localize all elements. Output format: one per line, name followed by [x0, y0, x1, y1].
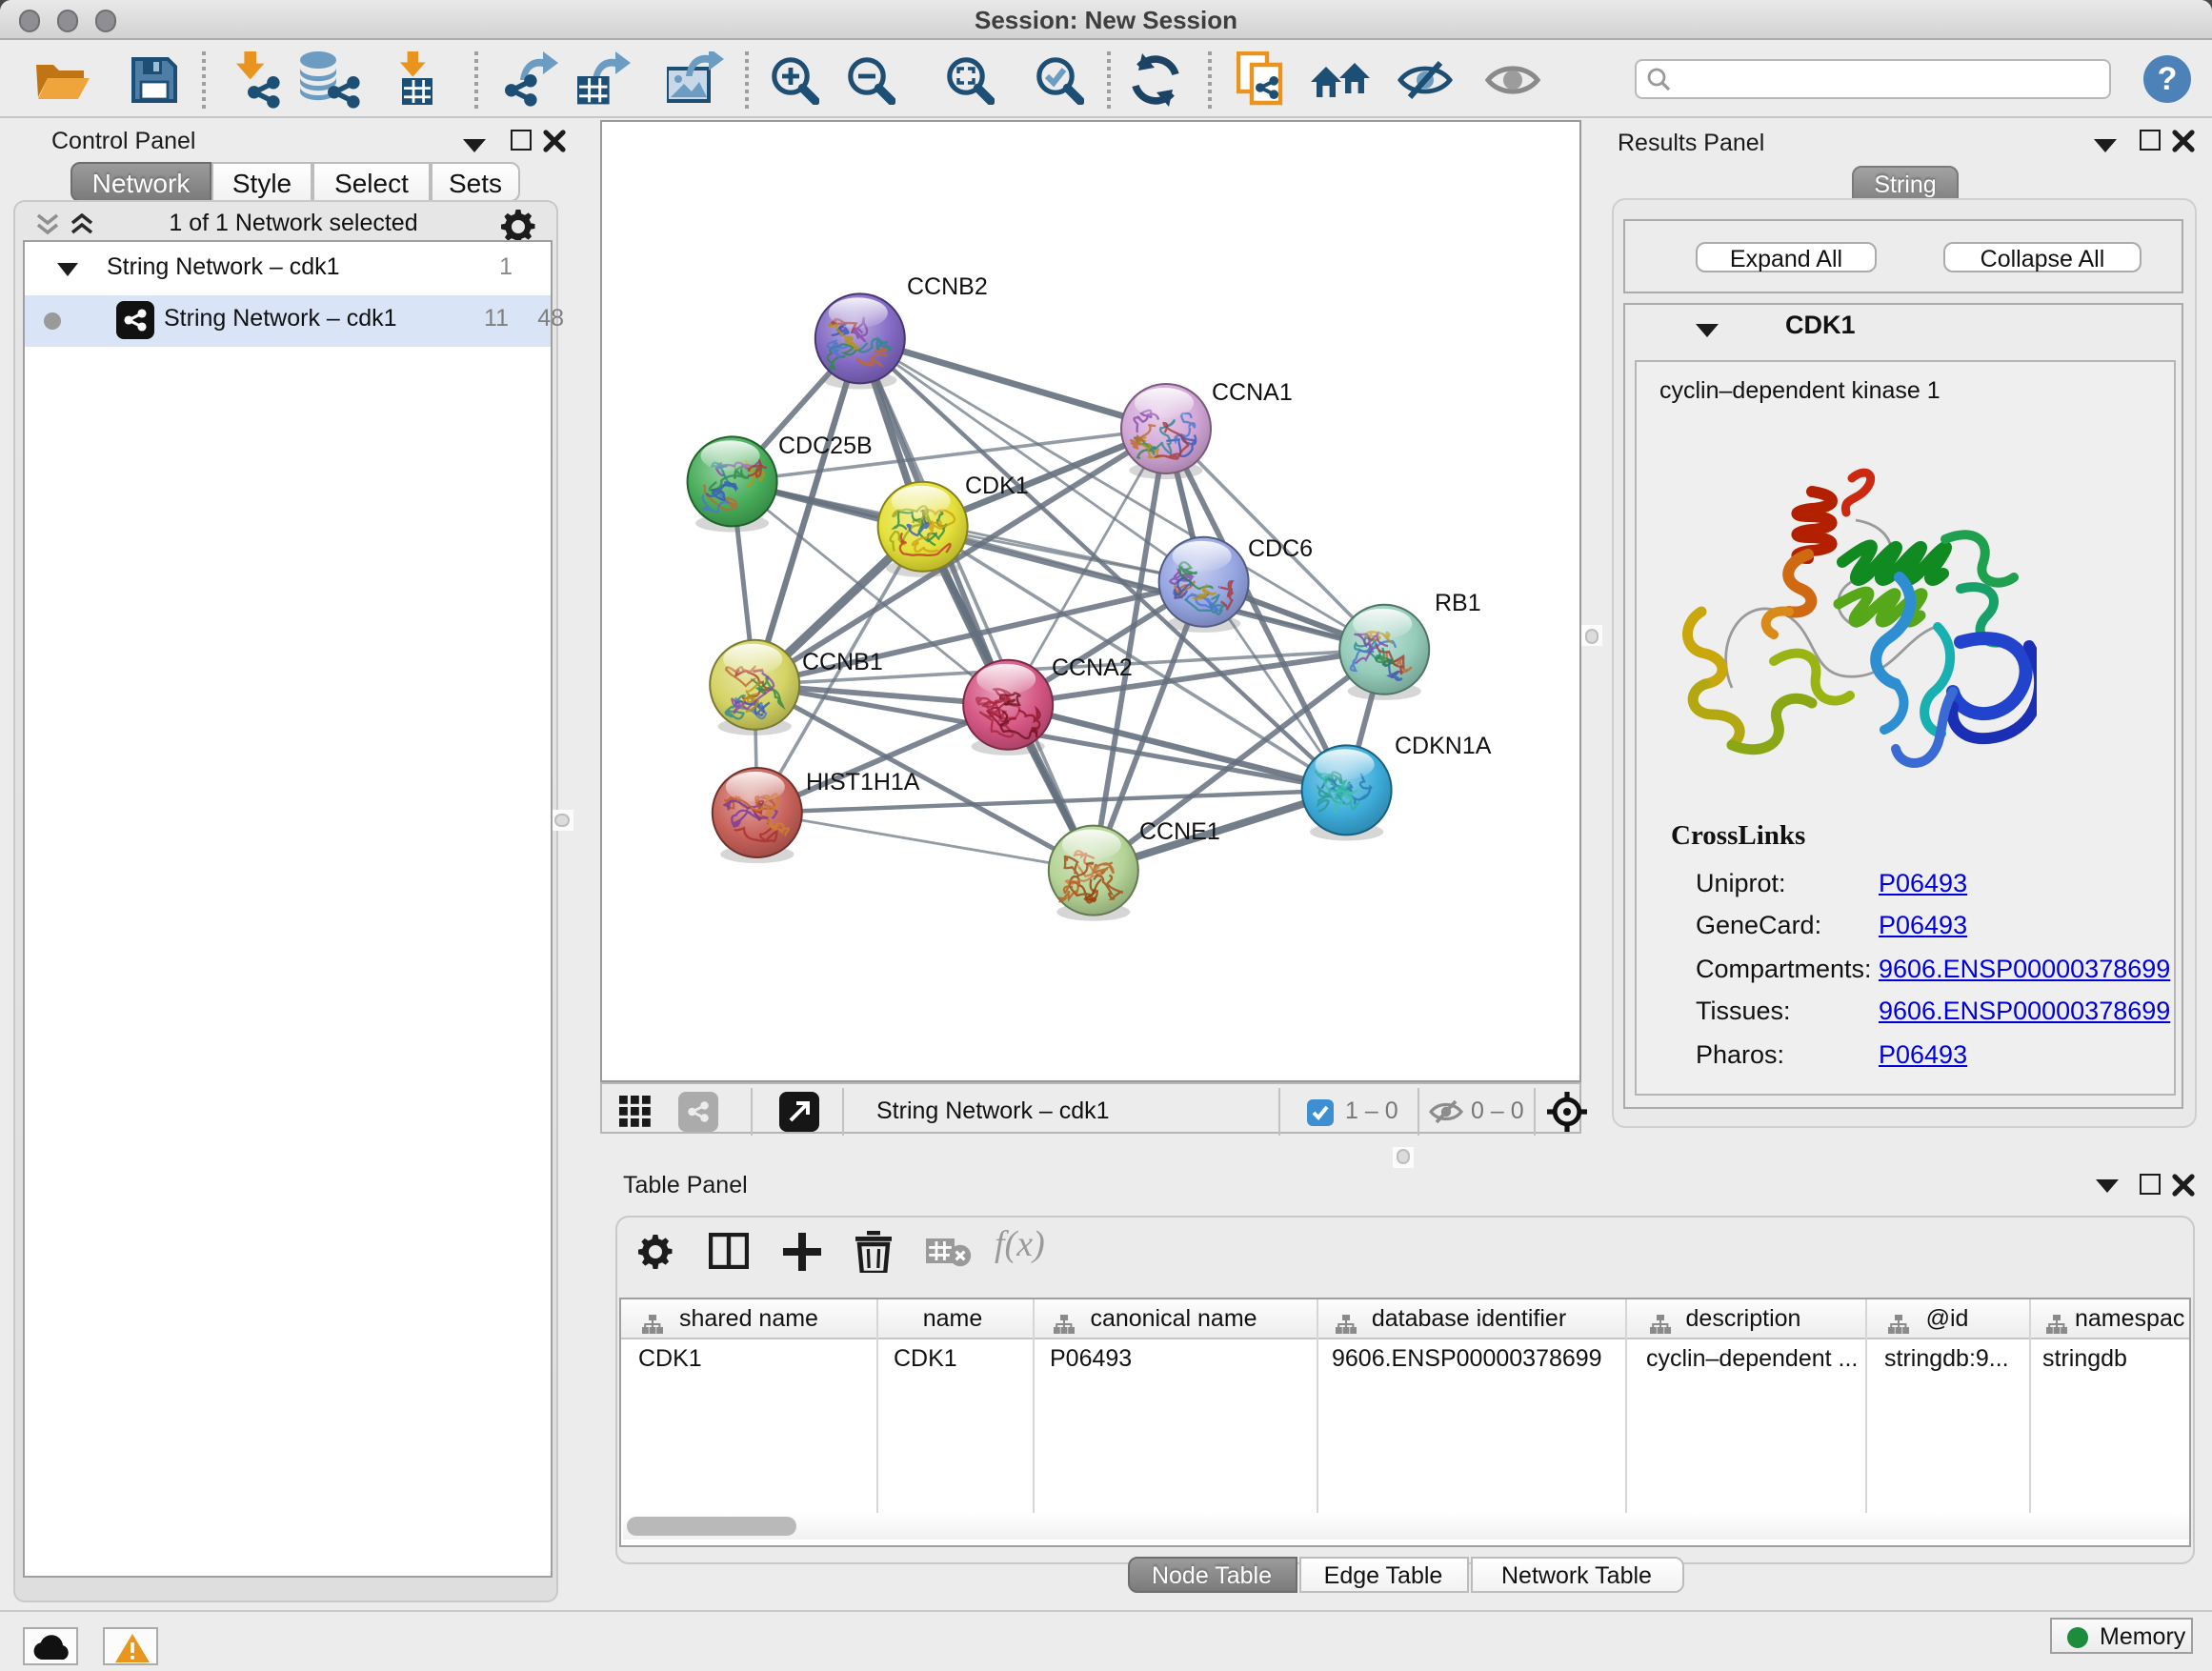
svg-text:CCNB2: CCNB2 [907, 273, 988, 300]
svg-text:HIST1H1A: HIST1H1A [806, 769, 920, 795]
svg-text:CDC25B: CDC25B [778, 433, 873, 459]
svg-text:CCNA2: CCNA2 [1052, 654, 1133, 681]
svg-text:CDK1: CDK1 [965, 473, 1029, 499]
svg-text:CCNB1: CCNB1 [802, 649, 883, 675]
svg-text:CCNA1: CCNA1 [1212, 379, 1293, 406]
svg-text:CDC6: CDC6 [1248, 535, 1313, 562]
svg-text:CCNE1: CCNE1 [1139, 818, 1220, 845]
svg-text:CDKN1A: CDKN1A [1395, 733, 1492, 759]
svg-text:RB1: RB1 [1435, 590, 1481, 616]
